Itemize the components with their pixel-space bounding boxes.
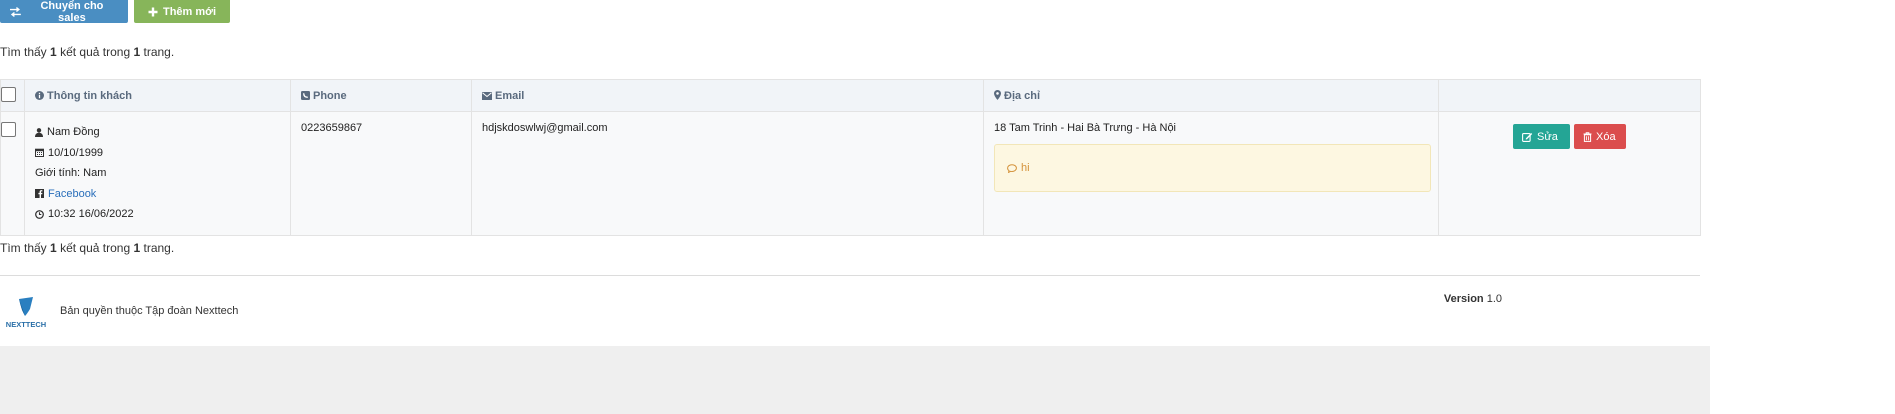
page-content: Chuyển cho sales Thêm mới Tìm thấy 1 kết… xyxy=(0,0,1701,346)
note-text: hi xyxy=(1021,162,1030,174)
header-address: Địa chỉ xyxy=(983,79,1439,112)
edit-label: Sửa xyxy=(1537,130,1558,143)
customer-gender: Giới tính: Nam xyxy=(35,167,107,180)
result-summary-bottom: Tìm thấy 1 kết quả trong 1 trang. xyxy=(0,241,174,255)
copyright-text: Bản quyền thuộc Tập đoàn Nexttech xyxy=(60,305,239,317)
phone-cell: 0223659867 xyxy=(290,111,472,236)
summary-count: 1 xyxy=(50,45,57,59)
version-info: Version 1.0 xyxy=(1444,293,1502,305)
version-label: Version xyxy=(1443,293,1484,305)
summary-suffix: trang. xyxy=(143,45,175,59)
facebook-icon xyxy=(35,189,44,199)
header-customer: Thông tin khách xyxy=(24,79,291,112)
nexttech-logo: NEXTTECH xyxy=(4,297,48,329)
phone-icon xyxy=(301,90,310,100)
envelope-icon xyxy=(482,91,492,100)
customer-name: Nam Đồng xyxy=(47,126,100,139)
row-checkbox[interactable] xyxy=(1,122,16,137)
customer-info-cell: Nam Đồng 10/10/1999 Giới tính: Nam Faceb… xyxy=(24,111,291,236)
header-address-label: Địa chỉ xyxy=(1004,89,1041,102)
summary-suffix: trang. xyxy=(143,241,175,255)
summary-prefix: Tìm thấy xyxy=(0,45,47,59)
add-new-button[interactable]: Thêm mới xyxy=(134,0,230,23)
summary-middle: kết quả trong xyxy=(60,45,131,59)
user-icon xyxy=(35,127,43,137)
customer-phone: 0223659867 xyxy=(301,122,363,134)
header-phone-label: Phone xyxy=(313,89,347,102)
add-label: Thêm mới xyxy=(162,5,217,18)
page-background xyxy=(0,346,1710,414)
created-time: 10:32 16/06/2022 xyxy=(48,208,134,221)
transfer-label: Chuyển cho sales xyxy=(40,0,104,24)
customer-table: Thông tin khách Phone Email Địa chỉ Nam … xyxy=(0,79,1701,236)
customer-note: hi xyxy=(994,144,1431,192)
select-all-cell xyxy=(0,79,25,112)
trash-icon xyxy=(1583,131,1592,142)
result-summary: Tìm thấy 1 kết quả trong 1 trang. xyxy=(0,45,174,59)
select-all-checkbox[interactable] xyxy=(1,86,16,102)
row-select-cell xyxy=(0,111,25,236)
customer-birthday: 10/10/1999 xyxy=(48,146,104,159)
svg-text:NEXTTECH: NEXTTECH xyxy=(6,320,46,329)
summary-pages: 1 xyxy=(133,241,141,255)
summary-prefix: Tìm thấy xyxy=(0,241,47,255)
summary-count: 1 xyxy=(50,241,57,255)
email-cell: hdjskdoswlwj@gmail.com xyxy=(471,111,984,236)
clock-icon xyxy=(35,209,44,219)
delete-button[interactable]: Xóa xyxy=(1574,124,1626,149)
table-row: Nam Đồng 10/10/1999 Giới tính: Nam Faceb… xyxy=(0,111,1701,236)
edit-button[interactable]: Sửa xyxy=(1513,124,1570,149)
transfer-to-sales-button[interactable]: Chuyển cho sales xyxy=(0,0,128,24)
info-circle-icon xyxy=(35,90,44,100)
header-customer-label: Thông tin khách xyxy=(47,89,132,102)
plus-icon xyxy=(148,7,158,16)
exchange-icon xyxy=(10,6,21,17)
delete-label: Xóa xyxy=(1596,130,1616,143)
customer-address: 18 Tam Trinh - Hai Bà Trưng - Hà Nội xyxy=(994,122,1177,134)
summary-pages: 1 xyxy=(133,45,141,59)
customer-email: hdjskdoswlwj@gmail.com xyxy=(482,122,608,134)
map-marker-icon xyxy=(994,89,1001,100)
header-phone: Phone xyxy=(290,79,472,112)
comment-icon xyxy=(1007,163,1017,173)
version-value: 1.0 xyxy=(1486,293,1502,305)
header-email: Email xyxy=(471,79,984,112)
edit-icon xyxy=(1522,132,1533,142)
facebook-link[interactable]: Facebook xyxy=(48,188,96,200)
header-actions xyxy=(1438,79,1701,112)
summary-middle: kết quả trong xyxy=(60,241,131,255)
actions-cell: Sửa Xóa xyxy=(1438,111,1701,236)
footer-divider xyxy=(0,275,1700,276)
calendar-icon xyxy=(35,148,44,158)
table-header-row: Thông tin khách Phone Email Địa chỉ xyxy=(0,79,1701,112)
header-email-label: Email xyxy=(495,89,525,102)
address-cell: 18 Tam Trinh - Hai Bà Trưng - Hà Nội hi xyxy=(983,111,1439,236)
